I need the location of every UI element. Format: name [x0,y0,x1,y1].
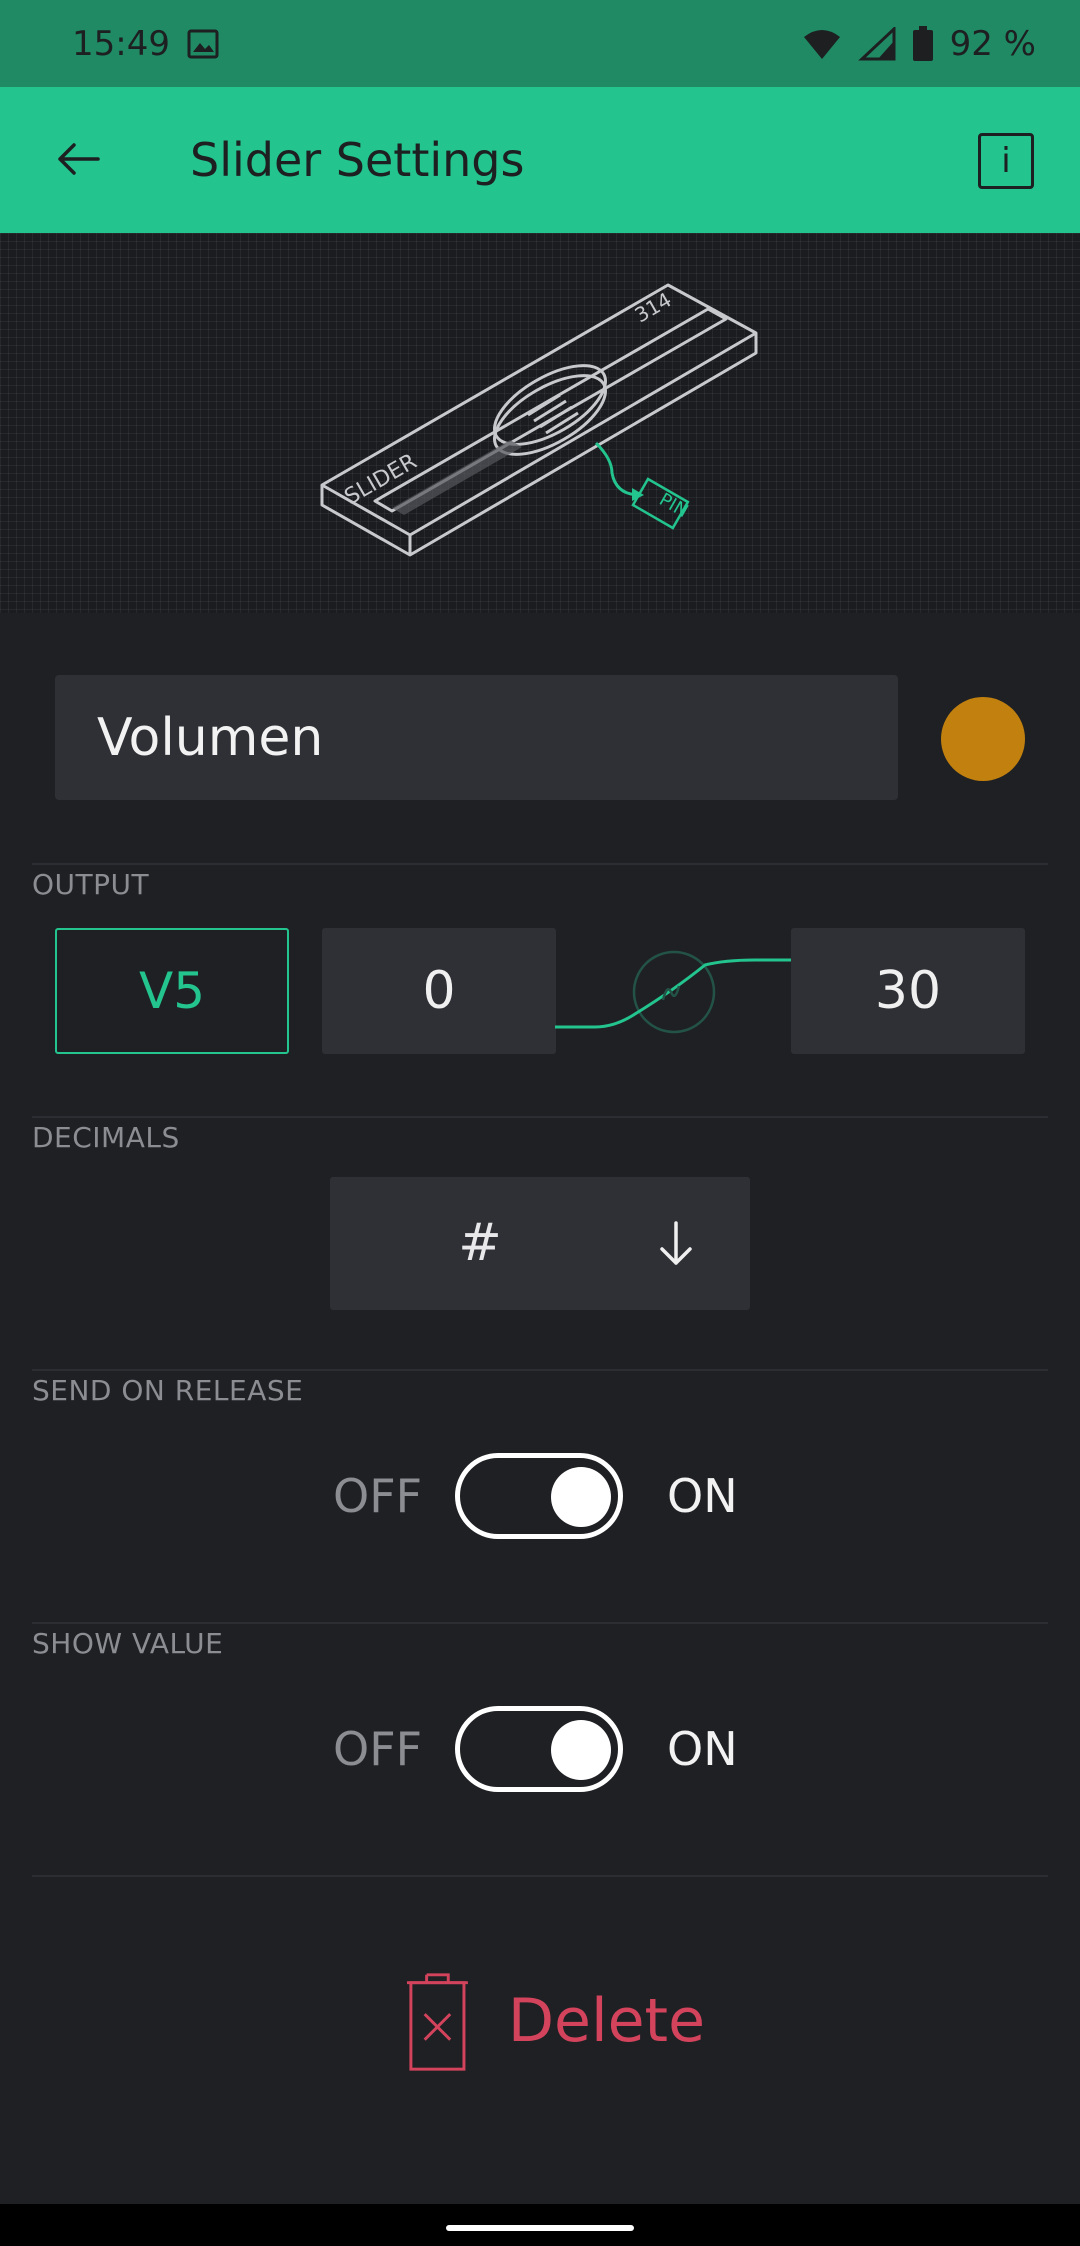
show-value-off-label: OFF [333,1722,423,1776]
signal-icon [857,26,896,61]
send-on-release-section-label: SEND ON RELEASE [32,1374,304,1407]
switch-knob [551,1720,611,1780]
image-icon [186,27,220,61]
divider [32,1116,1048,1118]
info-icon: i [1001,141,1011,181]
divider [32,863,1048,865]
page-title: Slider Settings [190,133,525,187]
pin-selector[interactable]: V5 [55,928,289,1054]
widget-name-value: Volumen [97,707,324,768]
show-value-switch[interactable] [455,1706,623,1792]
output-min-value: 0 [422,961,456,1021]
widget-name-input[interactable]: Volumen [55,675,898,800]
slider-illustration: SLIDER 314 PIN [320,283,758,557]
output-max-input[interactable]: 30 [791,928,1025,1054]
battery-icon [912,25,934,62]
divider [32,1369,1048,1371]
info-button[interactable]: i [978,133,1034,189]
output-min-input[interactable]: 0 [322,928,556,1054]
home-gesture-handle[interactable] [446,2225,634,2231]
back-button[interactable] [48,129,108,189]
divider [32,1875,1048,1877]
show-value-section-label: SHOW VALUE [32,1627,224,1660]
arrow-down-icon [660,1221,692,1265]
pin-value: V5 [138,962,205,1020]
illustration-pin-label: PIN [656,489,692,522]
send-on-release-switch[interactable] [455,1453,623,1539]
decimals-dropdown[interactable]: # [330,1177,750,1310]
show-value-on-label: ON [667,1722,738,1776]
illustration-value-label: 314 [631,287,676,327]
delete-label: Delete [507,1986,705,2056]
send-on-release-off-label: OFF [333,1469,423,1523]
show-value-toggle-row: OFF ON [0,1706,1080,1792]
output-max-value: 30 [874,961,942,1021]
arrow-left-icon [58,143,100,175]
mapping-curve-graphic [555,950,791,1034]
color-picker-button[interactable] [941,697,1025,781]
decimals-value: # [458,1213,502,1273]
switch-knob [551,1467,611,1527]
trash-icon [406,1973,468,2071]
wifi-icon [802,27,842,61]
widget-illustration: SLIDER 314 PIN [0,233,1080,613]
send-on-release-on-label: ON [667,1469,738,1523]
status-bar: 15:49 92 % [0,0,1080,87]
status-time: 15:49 [72,23,170,64]
app-bar: Slider Settings i [0,87,1080,233]
send-on-release-toggle-row: OFF ON [0,1453,1080,1539]
output-section-label: OUTPUT [32,868,150,901]
battery-level: 92 % [949,23,1036,64]
decimals-section-label: DECIMALS [32,1121,180,1154]
system-nav-bar [0,2204,1080,2246]
divider [32,1622,1048,1624]
delete-button[interactable]: Delete [405,1966,705,2076]
